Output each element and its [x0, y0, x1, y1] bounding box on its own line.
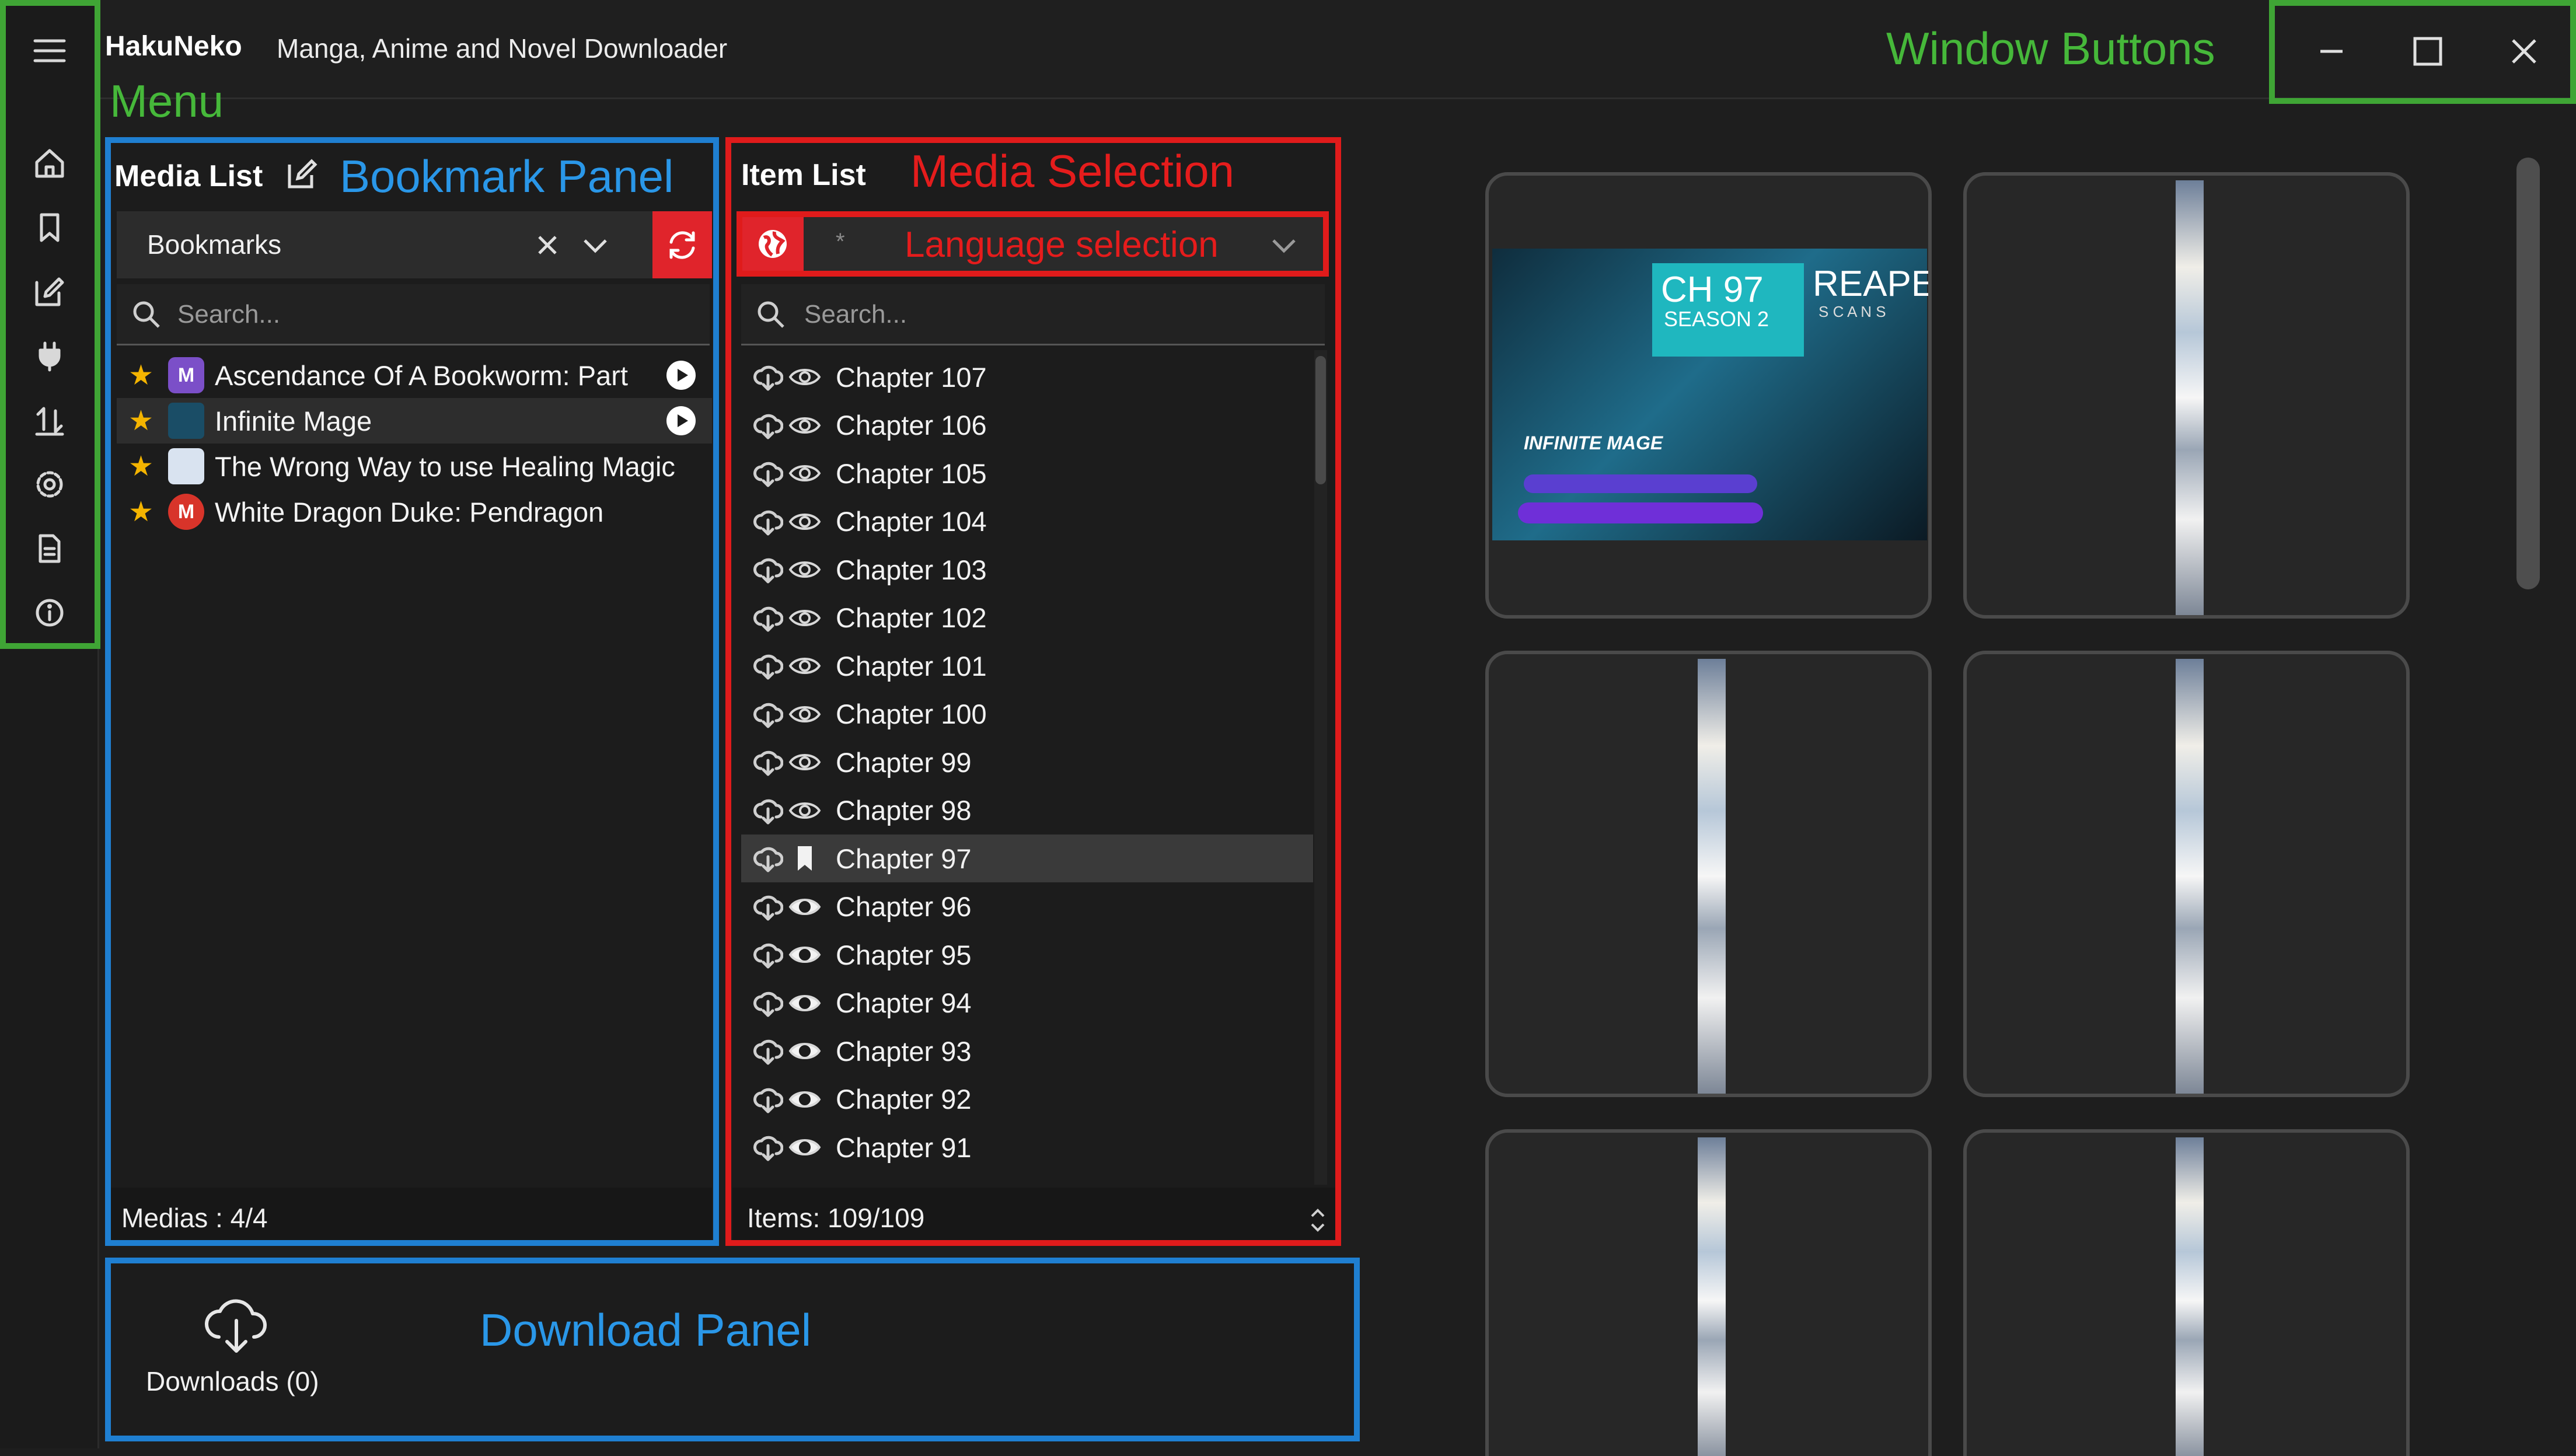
eye-icon [784, 703, 825, 726]
chapter-row[interactable]: Chapter 97 [741, 835, 1313, 882]
media-selection-annotation: Media Selection [910, 145, 1234, 197]
chapter-row[interactable]: Chapter 96 [741, 883, 1313, 931]
eye-icon [784, 1039, 825, 1063]
chapter-row[interactable]: Chapter 107 [741, 353, 1313, 401]
window-buttons-annotation: Window Buttons [1886, 23, 2215, 74]
chapter-label: Chapter 100 [836, 699, 987, 729]
chapter-label: Chapter 99 [836, 746, 972, 778]
download-panel-annotation: Download Panel [480, 1304, 812, 1356]
chapter-row[interactable]: Chapter 102 [741, 594, 1313, 642]
eye-icon [784, 1088, 825, 1111]
app-subtitle: Manga, Anime and Novel Downloader [277, 33, 728, 64]
eye-icon [784, 991, 825, 1015]
cover-brand: REAPER [1813, 264, 1928, 304]
cover-brand-sub: S C A N S [1818, 303, 1886, 320]
cloud-download-icon[interactable] [752, 748, 784, 777]
chapter-label: Chapter 103 [836, 554, 987, 585]
chapter-label: Chapter 94 [836, 987, 972, 1018]
cloud-download-icon[interactable] [752, 1085, 784, 1114]
cloud-download-icon[interactable] [752, 700, 784, 729]
cloud-download-icon[interactable] [752, 940, 784, 969]
cloud-download-icon[interactable] [752, 362, 784, 392]
chapter-row[interactable]: Chapter 95 [741, 931, 1313, 979]
eye-icon [784, 365, 825, 389]
page-strip [1698, 1137, 1726, 1456]
eye-icon [784, 558, 825, 581]
preview-page[interactable] [1485, 1129, 1932, 1456]
preview-page[interactable] [1485, 651, 1932, 1097]
chapter-row[interactable]: Chapter 106 [741, 401, 1313, 449]
chapter-label: Chapter 92 [836, 1084, 972, 1115]
chapter-label: Chapter 91 [836, 1132, 972, 1163]
chapter-row[interactable]: Chapter 100 [741, 690, 1313, 738]
chapter-label: Chapter 98 [836, 795, 972, 826]
cloud-download-icon[interactable] [752, 796, 784, 825]
cover-series: INFINITE MAGE [1524, 432, 1663, 453]
chapter-row[interactable]: Chapter 105 [741, 449, 1313, 497]
cloud-download-icon[interactable] [752, 651, 784, 680]
language-selection-annotation: Language selection [905, 225, 1219, 265]
eye-icon [784, 414, 825, 437]
chapter-label: Chapter 95 [836, 939, 972, 970]
preview-page[interactable] [1963, 1129, 2410, 1456]
chapter-row[interactable]: Chapter 103 [741, 546, 1313, 593]
cloud-download-icon[interactable] [752, 844, 784, 873]
chapter-row[interactable]: Chapter 91 [741, 1123, 1313, 1171]
cover-banner [1518, 502, 1763, 523]
chapter-row[interactable]: Chapter 99 [741, 738, 1313, 786]
cloud-download-icon[interactable] [752, 1036, 784, 1066]
chapter-label: Chapter 102 [836, 602, 987, 633]
chapter-label: Chapter 104 [836, 506, 987, 537]
eye-icon [784, 462, 825, 485]
chapter-label: Chapter 97 [836, 843, 972, 874]
preview-page[interactable] [1963, 172, 2410, 619]
cloud-download-icon[interactable] [752, 411, 784, 440]
app-name: HakuNeko [105, 31, 242, 62]
cover-chapter: CH 97 [1661, 270, 1764, 310]
page-strip [2176, 659, 2204, 1094]
cloud-download-icon[interactable] [752, 989, 784, 1018]
menu-highlight [0, 0, 100, 649]
preview-page[interactable]: CH 97 SEASON 2 REAPER S C A N S INFINITE… [1485, 172, 1932, 619]
eye-icon [784, 654, 825, 678]
chapter-row[interactable]: Chapter 101 [741, 642, 1313, 690]
cover-season: SEASON 2 [1664, 307, 1769, 331]
chapter-label: Chapter 93 [836, 1035, 972, 1067]
cloud-download-icon[interactable] [752, 459, 784, 488]
eye-icon [784, 750, 825, 774]
page-strip [2176, 1137, 2204, 1456]
cloud-download-icon[interactable] [752, 1133, 784, 1162]
chapter-row[interactable]: Chapter 104 [741, 498, 1313, 546]
eye-icon [784, 799, 825, 822]
eye-icon [784, 1136, 825, 1159]
menu-annotation: Menu [110, 75, 224, 127]
eye-icon [784, 943, 825, 966]
bookmark-icon [784, 844, 825, 873]
cover-banner [1524, 474, 1757, 493]
cloud-download-icon[interactable] [752, 892, 784, 921]
chapter-row[interactable]: Chapter 93 [741, 1027, 1313, 1075]
eye-icon [784, 895, 825, 919]
bookmark-panel-highlight [105, 137, 719, 1246]
chapter-row[interactable]: Chapter 94 [741, 979, 1313, 1027]
eye-icon [784, 510, 825, 533]
chapter-row[interactable]: Chapter 92 [741, 1076, 1313, 1123]
cloud-download-icon[interactable] [752, 603, 784, 633]
cloud-download-icon[interactable] [752, 555, 784, 584]
page-strip [1698, 659, 1726, 1094]
chapter-row[interactable]: Chapter 98 [741, 787, 1313, 835]
preview-scrollbar[interactable] [2516, 158, 2540, 589]
cloud-download-icon[interactable] [752, 507, 784, 536]
window-buttons-highlight [2269, 0, 2576, 104]
chapter-label: Chapter 96 [836, 891, 972, 922]
chapter-label: Chapter 106 [836, 410, 987, 441]
eye-icon [784, 606, 825, 630]
chapter-label: Chapter 107 [836, 361, 987, 393]
chapter-label: Chapter 105 [836, 458, 987, 489]
preview-page[interactable] [1963, 651, 2410, 1097]
page-strip [2176, 180, 2204, 615]
bookmark-panel-annotation: Bookmark Panel [340, 151, 674, 202]
chapter-label: Chapter 101 [836, 650, 987, 682]
